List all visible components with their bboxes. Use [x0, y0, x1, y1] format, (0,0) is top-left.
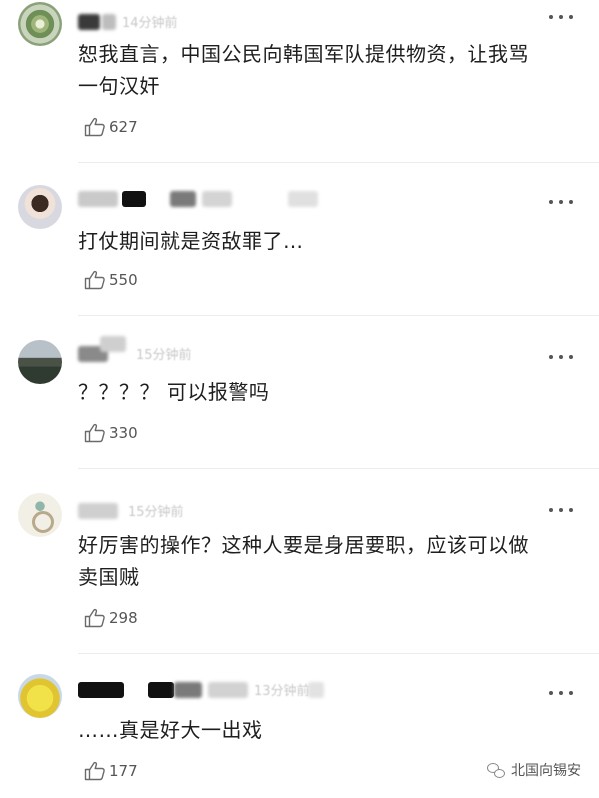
comment-text: ……真是好大一出戏 [78, 718, 263, 742]
comment-meta [78, 187, 478, 209]
comment-time: 15分钟前 [136, 348, 192, 363]
comment-text: 打仗期间就是资敌罪了… [78, 229, 304, 253]
thumbs-up-icon [84, 117, 105, 137]
like-count: 550 [109, 271, 138, 289]
avatar[interactable] [18, 2, 62, 46]
comment-time: 14分钟前 [122, 16, 178, 31]
thumbs-up-icon [84, 608, 105, 628]
divider [78, 468, 599, 469]
comment-text: ？？？？ 可以报警吗 [78, 380, 270, 404]
more-options-button[interactable] [549, 505, 573, 515]
like-count: 177 [109, 762, 138, 780]
comment-meta: 15分钟前 [78, 499, 478, 521]
like-count: 298 [109, 609, 138, 627]
like-button[interactable]: 550 [84, 269, 138, 291]
avatar[interactable] [18, 340, 62, 384]
avatar[interactable] [18, 493, 62, 537]
comment-text: 好厉害的操作？这种人要是身居要职，应该可以做 卖国贼 [78, 533, 529, 589]
more-options-button[interactable] [549, 352, 573, 362]
thumbs-up-icon [84, 270, 105, 290]
divider [78, 315, 599, 316]
more-options-button[interactable] [549, 12, 573, 22]
like-button[interactable]: 177 [84, 760, 138, 782]
avatar[interactable] [18, 674, 62, 718]
comment-time: 15分钟前 [128, 505, 184, 520]
thumbs-up-icon [84, 423, 105, 443]
like-count: 627 [109, 118, 138, 136]
comment-time: 13分钟前 [254, 684, 310, 699]
watermark-text: 北国向锡安 [511, 763, 581, 779]
divider [78, 653, 599, 654]
more-options-button[interactable] [549, 197, 573, 207]
comment-meta: 14分钟前 [78, 10, 478, 32]
comment-meta: 13分钟前 [78, 678, 478, 700]
watermark: 北国向锡安 [487, 760, 581, 780]
like-button[interactable]: 627 [84, 116, 138, 138]
comment-text: 恕我直言，中国公民向韩国军队提供物资，让我骂 一句汉奸 [78, 42, 529, 98]
divider [78, 162, 599, 163]
more-options-button[interactable] [549, 688, 573, 698]
thumbs-up-icon [84, 761, 105, 781]
wechat-icon [487, 762, 505, 778]
avatar[interactable] [18, 185, 62, 229]
like-count: 330 [109, 424, 138, 442]
comment-meta: 15分钟前 [78, 336, 478, 364]
like-button[interactable]: 330 [84, 422, 138, 444]
like-button[interactable]: 298 [84, 607, 138, 629]
